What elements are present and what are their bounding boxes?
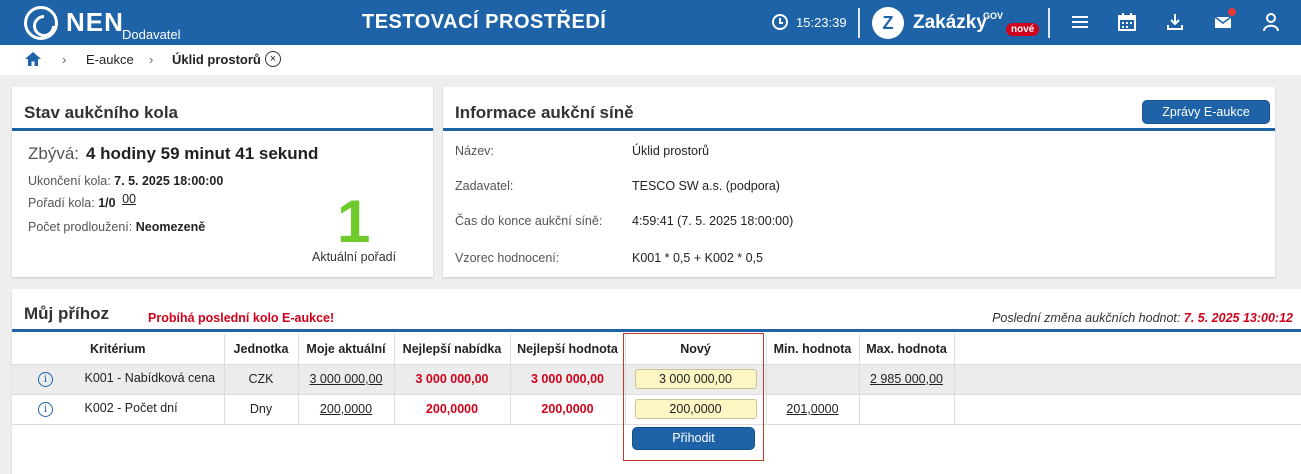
breadcrumb-current: Úklid prostorů — [172, 52, 261, 67]
extensions: Počet prodloužení: Neomezeně — [28, 220, 205, 234]
best-offer-cell: 200,0000 — [394, 394, 511, 425]
chevron-right-icon: › — [62, 52, 67, 67]
session-time: 15:23:39 — [796, 15, 847, 30]
brand-subtitle: Dodavatel — [122, 27, 181, 42]
round-order-value: 1/0 — [98, 196, 116, 210]
mine-link[interactable]: 3 000 000,00 — [310, 372, 383, 386]
info-label-time-left: Čas do konce aukční síně: — [455, 214, 603, 228]
max-cell: 2 985 000,00 — [859, 364, 955, 395]
min-link[interactable]: 201,0000 — [786, 402, 838, 416]
auction-status-panel: Stav aukčního kola Zbývá: 4 hodiny 59 mi… — [12, 87, 433, 277]
criterion-name: K002 - Počet dní — [84, 401, 178, 415]
round-end-value: 7. 5. 2025 18:00:00 — [114, 174, 224, 188]
criterion-cell: i K002 - Počet dní — [12, 394, 225, 425]
info-label-name: Název: — [455, 144, 494, 158]
best-value-cell: 200,0000 — [510, 394, 626, 425]
panel-rule — [12, 329, 1301, 332]
max-link[interactable]: 2 985 000,00 — [870, 372, 943, 386]
clock-icon — [772, 14, 788, 30]
round-order-link[interactable]: 00 — [122, 192, 136, 206]
info-value-contracting: TESCO SW a.s. (podpora) — [632, 179, 780, 193]
round-end: Ukončení kola: 7. 5. 2025 18:00:00 — [28, 174, 223, 188]
criterion-cell: i K001 - Nabídková cena — [12, 364, 225, 395]
best-value-cell: 3 000 000,00 — [510, 364, 626, 395]
info-icon[interactable]: i — [38, 402, 53, 417]
home-icon[interactable] — [25, 52, 41, 66]
filler-cell — [954, 394, 1301, 425]
my-bid-panel: Můj příhoz Probíhá poslední kolo E-aukce… — [12, 289, 1301, 474]
round-order: Pořadí kola: 1/0 00 — [28, 192, 136, 210]
min-cell — [766, 364, 860, 395]
round-order-label: Pořadí kola: — [28, 196, 95, 210]
close-icon[interactable]: × — [265, 51, 281, 67]
remaining-label: Zbývá: — [28, 144, 80, 163]
col-unit: Jednotka — [224, 334, 299, 365]
new-badge: nové — [1006, 23, 1040, 36]
environment-title: TESTOVACÍ PROSTŘEDÍ — [362, 11, 607, 33]
download-icon[interactable] — [1165, 12, 1185, 32]
col-min: Min. hodnota — [766, 334, 860, 365]
min-cell: 201,0000 — [766, 394, 860, 425]
divider — [1048, 8, 1050, 38]
last-change-value: 7. 5. 2025 13:00:12 — [1183, 311, 1293, 325]
notification-dot — [1228, 8, 1236, 16]
info-value-name: Úklid prostorů — [632, 144, 710, 158]
info-value-formula: K001 * 0,5 + K002 * 0,5 — [632, 251, 764, 265]
panel-rule — [443, 128, 1275, 131]
mine-link[interactable]: 200,0000 — [320, 402, 372, 416]
current-rank: 1 — [337, 188, 371, 255]
col-best-offer: Nejlepší nabídka — [394, 334, 511, 365]
auction-info-panel: Informace aukční síně Zprávy E-aukce Náz… — [443, 87, 1275, 277]
mine-cell: 3 000 000,00 — [298, 364, 395, 395]
zakazky-logo-icon[interactable]: Z — [872, 7, 904, 39]
unit-cell: CZK — [224, 364, 299, 395]
user-icon[interactable] — [1261, 12, 1281, 32]
extensions-value: Neomezeně — [135, 220, 206, 234]
criterion-name: K001 - Nabídková cena — [84, 371, 216, 385]
new-column-highlight — [623, 333, 764, 461]
filler-cell — [954, 364, 1301, 395]
info-label-contracting: Zadavatel: — [455, 179, 514, 193]
last-change-label: Poslední změna aukčních hodnot: — [992, 311, 1181, 325]
round-end-label: Ukončení kola: — [28, 174, 111, 188]
best-offer-cell: 3 000 000,00 — [394, 364, 511, 395]
col-filler — [954, 334, 1301, 365]
col-max: Max. hodnota — [859, 334, 955, 365]
col-mine: Moje aktuální — [298, 334, 395, 365]
info-label-formula: Vzorec hodnocení: — [455, 251, 560, 265]
last-change: Poslední změna aukčních hodnot: 7. 5. 20… — [992, 311, 1293, 325]
nen-logo-icon[interactable] — [24, 6, 58, 40]
menu-icon[interactable] — [1070, 12, 1090, 32]
last-round-warning: Probíhá poslední kolo E-aukce! — [148, 311, 335, 325]
remaining-value: 4 hodiny 59 minut 41 sekund — [86, 144, 319, 163]
chevron-right-icon: › — [149, 52, 154, 67]
panel-rule — [12, 128, 433, 131]
calendar-icon[interactable] — [1117, 12, 1137, 32]
mail-icon[interactable] — [1213, 8, 1236, 32]
unit-cell: Dny — [224, 394, 299, 425]
brand-name[interactable]: NEN — [66, 7, 124, 38]
breadcrumb-eaukce[interactable]: E-aukce — [86, 52, 134, 67]
col-criterion: Kritérium — [12, 334, 225, 365]
col-best-value: Nejlepší hodnota — [510, 334, 626, 365]
panel-title: Informace aukční síně — [455, 103, 634, 122]
divider — [858, 8, 860, 38]
top-bar: NEN Dodavatel TESTOVACÍ PROSTŘEDÍ 15:23:… — [0, 0, 1301, 45]
breadcrumb: › E-aukce › Úklid prostorů × — [0, 45, 1301, 75]
panel-title: Stav aukčního kola — [24, 103, 178, 122]
zakazky-gov-label: GOV — [983, 11, 1004, 21]
info-icon[interactable]: i — [38, 372, 53, 387]
info-value-time-left: 4:59:41 (7. 5. 2025 18:00:00) — [632, 214, 794, 228]
current-rank-label: Aktuální pořadí — [312, 250, 397, 264]
auction-messages-button[interactable]: Zprávy E-aukce — [1142, 100, 1270, 124]
mine-cell: 200,0000 — [298, 394, 395, 425]
max-cell — [859, 394, 955, 425]
panel-title: Můj příhoz — [24, 304, 109, 323]
zakazky-link[interactable]: Zakázky — [913, 12, 987, 34]
extensions-label: Počet prodloužení: — [28, 220, 133, 234]
